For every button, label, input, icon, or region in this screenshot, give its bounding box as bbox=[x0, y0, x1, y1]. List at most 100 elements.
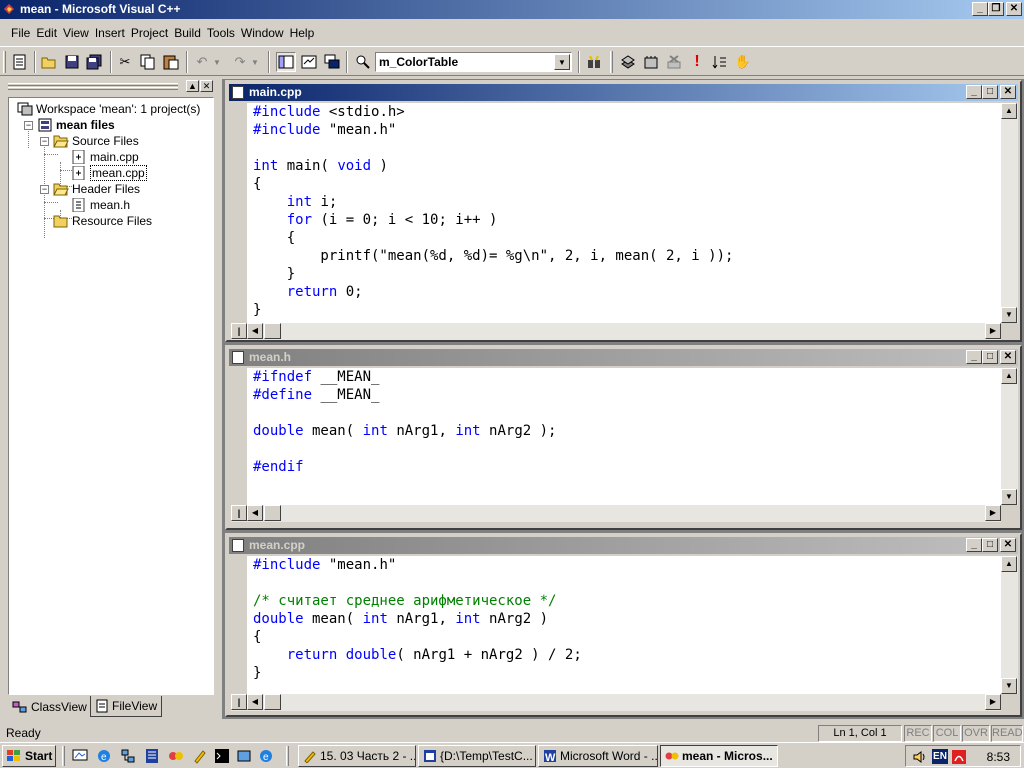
document-title-bar[interactable]: main.cpp _ □ ✕ bbox=[229, 84, 1018, 101]
build-icon[interactable] bbox=[641, 52, 661, 72]
execute-icon[interactable]: ! bbox=[687, 52, 707, 72]
task-button-part2[interactable]: 15. 03 Часть 2 - ... bbox=[298, 745, 416, 767]
open-folder-icon[interactable] bbox=[39, 52, 59, 72]
restore-button[interactable]: ❐ bbox=[988, 2, 1004, 16]
horizontal-scrollbar[interactable]: | ◀ ▶ bbox=[231, 323, 1001, 340]
quicklaunch-explorer-icon[interactable] bbox=[236, 748, 252, 764]
split-box-icon[interactable]: | bbox=[231, 323, 247, 339]
menu-build[interactable]: Build bbox=[171, 26, 204, 40]
cut-icon[interactable]: ✂ bbox=[115, 52, 135, 72]
folder-resource-files[interactable]: Resource Files bbox=[53, 213, 152, 229]
split-box-icon[interactable]: | bbox=[231, 505, 247, 521]
menu-help[interactable]: Help bbox=[287, 26, 318, 40]
file-item-mean-h[interactable]: mean.h bbox=[71, 197, 130, 213]
size-grip-icon[interactable] bbox=[1001, 505, 1018, 522]
scroll-left-icon[interactable]: ◀ bbox=[247, 323, 263, 339]
go-icon[interactable] bbox=[710, 52, 730, 72]
scroll-down-icon[interactable]: ▼ bbox=[1001, 489, 1017, 505]
close-button[interactable]: ✕ bbox=[1000, 85, 1016, 99]
scroll-down-icon[interactable]: ▼ bbox=[1001, 307, 1017, 323]
workspace-root-item[interactable]: Workspace 'mean': 1 project(s) bbox=[17, 101, 200, 117]
vertical-scrollbar[interactable]: ▲ ▼ bbox=[1001, 103, 1018, 323]
close-button[interactable]: ✕ bbox=[1000, 350, 1016, 364]
workspace-header[interactable]: ▲ ✕ bbox=[4, 79, 216, 95]
paste-icon[interactable] bbox=[161, 52, 181, 72]
quicklaunch-ie2-icon[interactable]: e bbox=[258, 748, 274, 764]
horizontal-scrollbar[interactable]: | ◀ ▶ bbox=[231, 505, 1001, 522]
selection-margin[interactable] bbox=[231, 368, 247, 505]
split-box-icon[interactable]: | bbox=[231, 694, 247, 710]
menu-project[interactable]: Project bbox=[128, 26, 171, 40]
workspace-toggle-icon[interactable] bbox=[276, 52, 296, 72]
scroll-up-icon[interactable]: ▲ bbox=[1001, 556, 1017, 572]
find-combo[interactable]: m_ColorTable ▼ bbox=[375, 52, 572, 72]
scroll-up-icon[interactable]: ▲ bbox=[1001, 103, 1017, 119]
vertical-scrollbar[interactable]: ▲ ▼ bbox=[1001, 556, 1018, 694]
speaker-icon[interactable] bbox=[912, 749, 928, 765]
save-all-icon[interactable] bbox=[84, 52, 104, 72]
scroll-thumb[interactable] bbox=[264, 323, 281, 339]
quicklaunch-network-icon[interactable] bbox=[120, 748, 136, 764]
document-title-bar[interactable]: mean.h _ □ ✕ bbox=[229, 349, 1018, 366]
task-button-mean[interactable]: mean - Micros... bbox=[660, 745, 778, 767]
selection-margin[interactable] bbox=[231, 556, 247, 694]
language-indicator[interactable]: EN bbox=[932, 749, 948, 764]
document-title-bar[interactable]: mean.cpp _ □ ✕ bbox=[229, 537, 1018, 554]
code-editor[interactable]: #ifndef __MEAN_ #define __MEAN_ double me… bbox=[231, 368, 1001, 505]
minimize-button[interactable]: _ bbox=[972, 2, 988, 16]
menu-edit[interactable]: Edit bbox=[33, 26, 60, 40]
minimize-button[interactable]: _ bbox=[966, 85, 982, 99]
code-editor[interactable]: #include "mean.h" /* считает среднее ари… bbox=[231, 556, 1001, 694]
size-grip-icon[interactable] bbox=[1001, 694, 1018, 711]
menu-insert[interactable]: Insert bbox=[92, 26, 128, 40]
scroll-left-icon[interactable]: ◀ bbox=[247, 505, 263, 521]
new-text-file-icon[interactable] bbox=[10, 52, 30, 72]
folder-header-files[interactable]: Header Files bbox=[53, 181, 140, 197]
maximize-button[interactable]: □ bbox=[982, 538, 998, 552]
window-title-bar[interactable]: mean - Microsoft Visual C++ _ ❐ ✕ bbox=[0, 0, 1024, 19]
save-icon[interactable] bbox=[62, 52, 82, 72]
toolbar-grip[interactable] bbox=[3, 51, 6, 73]
stop-build-icon[interactable] bbox=[664, 52, 684, 72]
copy-icon[interactable] bbox=[138, 52, 158, 72]
scroll-right-icon[interactable]: ▶ bbox=[985, 505, 1001, 521]
close-button[interactable]: ✕ bbox=[1006, 2, 1022, 16]
selection-margin[interactable] bbox=[231, 103, 247, 323]
find-icon[interactable] bbox=[584, 52, 604, 72]
menu-view[interactable]: View bbox=[60, 26, 92, 40]
collapse-header-files-icon[interactable]: − bbox=[40, 185, 49, 194]
scroll-down-icon[interactable]: ▼ bbox=[1001, 678, 1017, 694]
minimize-button[interactable]: _ bbox=[966, 538, 982, 552]
undo-dropdown-icon[interactable]: ▼ bbox=[212, 52, 222, 72]
collapse-source-files-icon[interactable]: − bbox=[40, 137, 49, 146]
scroll-left-icon[interactable]: ◀ bbox=[247, 694, 263, 710]
menu-tools[interactable]: Tools bbox=[204, 26, 238, 40]
close-button[interactable]: ✕ bbox=[1000, 538, 1016, 552]
window-list-icon[interactable] bbox=[322, 52, 342, 72]
menu-file[interactable]: File bbox=[8, 26, 33, 40]
scroll-thumb[interactable] bbox=[264, 505, 281, 521]
start-button[interactable]: Start bbox=[2, 745, 56, 767]
scroll-right-icon[interactable]: ▶ bbox=[985, 694, 1001, 710]
project-item[interactable]: mean files bbox=[37, 117, 115, 133]
acrobat-icon[interactable] bbox=[951, 749, 967, 765]
task-button-temp[interactable]: {D:\Temp\TestC... bbox=[418, 745, 536, 767]
quicklaunch-word-icon[interactable] bbox=[144, 748, 160, 764]
horizontal-scrollbar[interactable]: | ◀ ▶ bbox=[231, 694, 1001, 711]
workspace-close-icon[interactable]: ✕ bbox=[200, 80, 213, 92]
task-button-word[interactable]: W Microsoft Word - ... bbox=[538, 745, 658, 767]
menu-window[interactable]: Window bbox=[238, 26, 287, 40]
scroll-up-icon[interactable]: ▲ bbox=[1001, 368, 1017, 384]
code-editor[interactable]: #include <stdio.h> #include "mean.h" int … bbox=[231, 103, 1001, 323]
collapse-project-icon[interactable]: − bbox=[24, 121, 33, 130]
redo-dropdown-icon[interactable]: ▼ bbox=[250, 52, 260, 72]
combo-dropdown-arrow-icon[interactable]: ▼ bbox=[554, 54, 570, 70]
maximize-button[interactable]: □ bbox=[982, 85, 998, 99]
file-item-mean-cpp[interactable]: mean.cpp bbox=[71, 165, 147, 181]
scroll-thumb[interactable] bbox=[264, 694, 281, 710]
vertical-scrollbar[interactable]: ▲ ▼ bbox=[1001, 368, 1018, 505]
breakpoint-hand-icon[interactable]: ✋ bbox=[733, 52, 753, 72]
quicklaunch-ie-icon[interactable]: e bbox=[96, 748, 112, 764]
scroll-right-icon[interactable]: ▶ bbox=[985, 323, 1001, 339]
tab-classview[interactable]: ClassView bbox=[8, 696, 91, 717]
